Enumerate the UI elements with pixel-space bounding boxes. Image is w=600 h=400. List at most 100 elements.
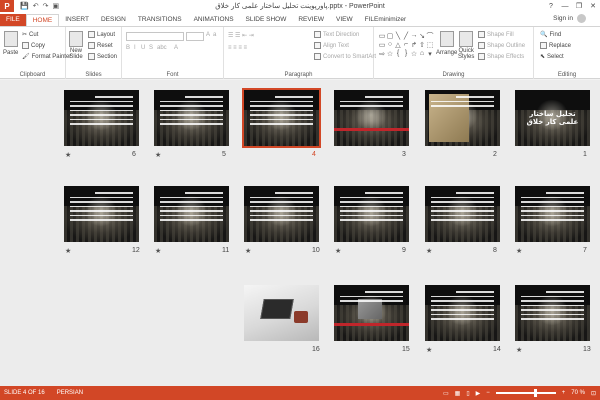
- shape-icon[interactable]: ⌂: [418, 49, 426, 58]
- redo-icon[interactable]: ↷: [43, 2, 49, 10]
- section-button[interactable]: Section: [88, 53, 117, 60]
- font-color-icon[interactable]: A: [174, 45, 178, 51]
- tab-fileminimizer[interactable]: FILEminimizer: [359, 14, 413, 26]
- shape-icon[interactable]: ○: [386, 40, 394, 49]
- replace-button[interactable]: Replace: [540, 42, 571, 49]
- copy-button[interactable]: Copy: [22, 42, 45, 49]
- save-icon[interactable]: 💾: [20, 2, 29, 10]
- zoom-in-button[interactable]: +: [562, 390, 566, 396]
- shape-icon[interactable]: {: [394, 49, 402, 58]
- font-size-combo[interactable]: [186, 32, 204, 41]
- slide-thumbnail[interactable]: [154, 90, 229, 146]
- grow-font-icon[interactable]: A: [206, 32, 210, 38]
- sign-in[interactable]: Sign in: [553, 14, 586, 23]
- shape-fill-button[interactable]: Shape Fill: [478, 31, 514, 38]
- align-text-button[interactable]: Align Text: [314, 42, 349, 49]
- slide-transition-star-icon[interactable]: ★: [65, 247, 71, 255]
- text-direction-button[interactable]: Text Direction: [314, 31, 359, 38]
- slide-transition-star-icon[interactable]: ★: [335, 247, 341, 255]
- new-slide-button[interactable]: New Slide: [69, 31, 83, 60]
- slide-thumbnail[interactable]: [334, 285, 409, 341]
- zoom-out-button[interactable]: −: [486, 390, 490, 396]
- layout-button[interactable]: Layout: [88, 31, 115, 38]
- shadow-icon[interactable]: S: [149, 45, 153, 51]
- fit-slide-icon[interactable]: ⊡: [591, 390, 596, 397]
- slide-thumbnail[interactable]: [425, 90, 500, 146]
- close-button[interactable]: ✕: [586, 0, 600, 12]
- slide-thumbnail[interactable]: [64, 186, 139, 242]
- bullets-icon[interactable]: ☰ ☰ ⇤ ⇥: [228, 32, 254, 39]
- slide-thumbnail[interactable]: [515, 186, 590, 242]
- shapes-gallery[interactable]: ▭ ▢ ╲ ╱ → ↘ ⌒ ▭ ○ △ ⌐ ↱ ⇧ ⬚ ⇨ ☆{} ☆ ⌂ ▾: [378, 31, 434, 61]
- slide-thumbnail[interactable]: [64, 90, 139, 146]
- tab-transitions[interactable]: TRANSITIONS: [132, 14, 188, 26]
- slide-transition-star-icon[interactable]: ★: [516, 247, 522, 255]
- shape-icon[interactable]: ⌐: [402, 40, 410, 49]
- help-button[interactable]: ?: [544, 0, 558, 12]
- slide-thumbnail[interactable]: [425, 285, 500, 341]
- slide-transition-star-icon[interactable]: ★: [516, 346, 522, 354]
- zoom-slider[interactable]: [495, 389, 556, 397]
- slide-transition-star-icon[interactable]: ★: [426, 346, 432, 354]
- tab-slide-show[interactable]: SLIDE SHOW: [240, 14, 293, 26]
- shrink-font-icon[interactable]: a: [213, 32, 216, 38]
- language[interactable]: PERSIAN: [57, 390, 83, 396]
- tab-animations[interactable]: ANIMATIONS: [188, 14, 240, 26]
- undo-icon[interactable]: ↶: [33, 2, 39, 10]
- bold-icon[interactable]: B: [126, 45, 130, 51]
- shape-icon[interactable]: ▾: [426, 49, 434, 58]
- shape-icon[interactable]: ⇧: [418, 40, 426, 49]
- reset-button[interactable]: Reset: [88, 42, 113, 49]
- tab-review[interactable]: REVIEW: [292, 14, 330, 26]
- shape-outline-button[interactable]: Shape Outline: [478, 42, 525, 49]
- slide-thumbnail[interactable]: [244, 285, 319, 341]
- italic-icon[interactable]: I: [134, 45, 136, 51]
- strikethrough-icon[interactable]: abc: [157, 45, 167, 51]
- shape-icon[interactable]: ╲: [394, 31, 402, 40]
- tab-home[interactable]: HOME: [25, 14, 60, 26]
- slide-thumbnail[interactable]: [515, 285, 590, 341]
- shape-icon[interactable]: ↘: [418, 31, 426, 40]
- format-painter-button[interactable]: 🖌 Format Painter: [22, 53, 71, 61]
- slide-transition-star-icon[interactable]: ★: [155, 151, 161, 159]
- slide-transition-star-icon[interactable]: ★: [245, 247, 251, 255]
- slide-thumbnail[interactable]: تحلیل ساختار علمی کار خلاق: [515, 90, 590, 146]
- shape-icon[interactable]: →: [410, 31, 418, 40]
- slide-thumbnail[interactable]: [334, 90, 409, 146]
- restore-button[interactable]: ❐: [572, 0, 586, 12]
- shape-icon[interactable]: ⬚: [426, 40, 434, 49]
- normal-view-icon[interactable]: ▭: [443, 390, 449, 397]
- shape-icon[interactable]: ↱: [410, 40, 418, 49]
- reading-view-icon[interactable]: ▯: [466, 390, 469, 397]
- slide-transition-star-icon[interactable]: ★: [426, 247, 432, 255]
- shape-icon[interactable]: ╱: [402, 31, 410, 40]
- slide-thumbnail[interactable]: [242, 88, 321, 148]
- tab-view[interactable]: VIEW: [330, 14, 359, 26]
- shape-icon[interactable]: ⌒: [426, 31, 434, 40]
- font-name-combo[interactable]: [126, 32, 184, 41]
- shape-effects-button[interactable]: Shape Effects: [478, 53, 524, 60]
- shape-icon[interactable]: ☆: [410, 49, 418, 58]
- quick-styles-button[interactable]: Quick Styles: [458, 31, 474, 60]
- zoom-level[interactable]: 70 %: [571, 390, 585, 396]
- cut-button[interactable]: ✂ Cut: [22, 31, 38, 39]
- tab-file[interactable]: FILE: [0, 14, 26, 26]
- shape-icon[interactable]: ☆: [386, 49, 394, 58]
- convert-smartart-button[interactable]: Convert to SmartArt: [314, 53, 376, 60]
- shape-icon[interactable]: }: [402, 49, 410, 58]
- shape-icon[interactable]: ⇨: [378, 49, 386, 58]
- slide-thumbnail[interactable]: [244, 186, 319, 242]
- tab-insert[interactable]: INSERT: [59, 14, 95, 26]
- minimize-button[interactable]: —: [558, 0, 572, 12]
- slide-thumbnail[interactable]: [334, 186, 409, 242]
- tab-design[interactable]: DESIGN: [95, 14, 132, 26]
- select-button[interactable]: ⬉ Select: [540, 53, 564, 61]
- slide-transition-star-icon[interactable]: ★: [155, 247, 161, 255]
- shape-icon[interactable]: ▢: [386, 31, 394, 40]
- shape-icon[interactable]: ▭: [378, 31, 386, 40]
- zoom-slider-knob[interactable]: [533, 389, 537, 397]
- slide-transition-star-icon[interactable]: ★: [65, 151, 71, 159]
- slide-thumbnail[interactable]: [425, 186, 500, 242]
- start-slideshow-icon[interactable]: ▣: [52, 2, 59, 10]
- slide-count[interactable]: SLIDE 4 OF 16: [4, 390, 45, 396]
